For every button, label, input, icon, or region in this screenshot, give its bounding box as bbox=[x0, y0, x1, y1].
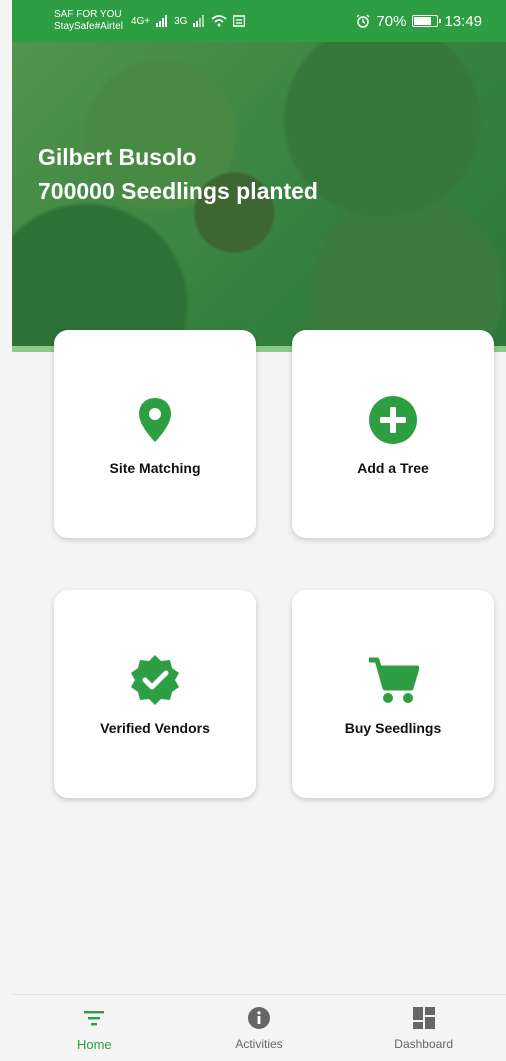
buy-seedlings-label: Buy Seedlings bbox=[344, 720, 442, 736]
carrier-info: SAF FOR YOU StaySafe#Airtel bbox=[54, 9, 123, 33]
carrier-line-2: StaySafe#Airtel bbox=[54, 21, 123, 32]
battery-percent: 70% bbox=[376, 12, 407, 30]
nav-home-label: Home bbox=[76, 1036, 112, 1052]
alarm-icon bbox=[356, 14, 370, 28]
verified-badge-icon bbox=[127, 652, 183, 708]
signal-icon bbox=[156, 15, 168, 27]
buy-seedlings-card[interactable]: Buy Seedlings bbox=[292, 590, 494, 798]
filter-lines-icon bbox=[83, 1005, 105, 1031]
nav-activities-label: Activities bbox=[235, 1037, 283, 1051]
verified-vendors-card[interactable]: Verified Vendors bbox=[54, 590, 256, 798]
plus-circle-icon bbox=[365, 392, 421, 448]
wifi-icon bbox=[211, 15, 227, 27]
network-type-1: 4G+ bbox=[130, 15, 151, 27]
status-left: SAF FOR YOU StaySafe#Airtel 4G+ 3G bbox=[54, 9, 246, 33]
status-right: 70% 13:49 bbox=[356, 13, 482, 30]
user-name: Gilbert Busolo bbox=[38, 144, 197, 170]
carrier-line-1: SAF FOR YOU bbox=[54, 9, 122, 20]
nav-dashboard-label: Dashboard bbox=[394, 1037, 453, 1051]
seedlings-planted: 700000 Seedlings planted bbox=[38, 178, 318, 204]
nav-activities[interactable]: Activities bbox=[199, 1005, 319, 1051]
hero-text: Gilbert Busolo 700000 Seedlings planted bbox=[38, 140, 318, 208]
site-matching-card[interactable]: Site Matching bbox=[54, 330, 256, 538]
nav-home[interactable]: Home bbox=[34, 1005, 154, 1052]
verified-vendors-label: Verified Vendors bbox=[100, 720, 210, 736]
message-icon bbox=[233, 15, 246, 27]
location-pin-icon bbox=[127, 392, 183, 448]
network-type-2: 3G bbox=[174, 15, 188, 27]
signal-icon bbox=[193, 15, 205, 27]
status-bar: SAF FOR YOU StaySafe#Airtel 4G+ 3G 70% 1… bbox=[12, 0, 506, 42]
signal-indicators: 4G+ 3G bbox=[131, 15, 246, 27]
bottom-navigation: Home Activities Dashboard bbox=[12, 994, 506, 1061]
battery-icon bbox=[412, 15, 442, 27]
info-icon bbox=[247, 1005, 271, 1031]
dashboard-grid-icon bbox=[412, 1005, 435, 1031]
hero-banner: Gilbert Busolo 700000 Seedlings planted bbox=[12, 42, 506, 352]
add-tree-card[interactable]: Add a Tree bbox=[292, 330, 494, 538]
clock-time: 13:49 bbox=[444, 12, 482, 30]
add-tree-label: Add a Tree bbox=[357, 460, 429, 476]
nav-dashboard[interactable]: Dashboard bbox=[364, 1005, 484, 1051]
app-screen: SAF FOR YOU StaySafe#Airtel 4G+ 3G 70% 1… bbox=[12, 0, 506, 1061]
shopping-cart-icon bbox=[365, 652, 421, 708]
site-matching-label: Site Matching bbox=[109, 460, 201, 476]
